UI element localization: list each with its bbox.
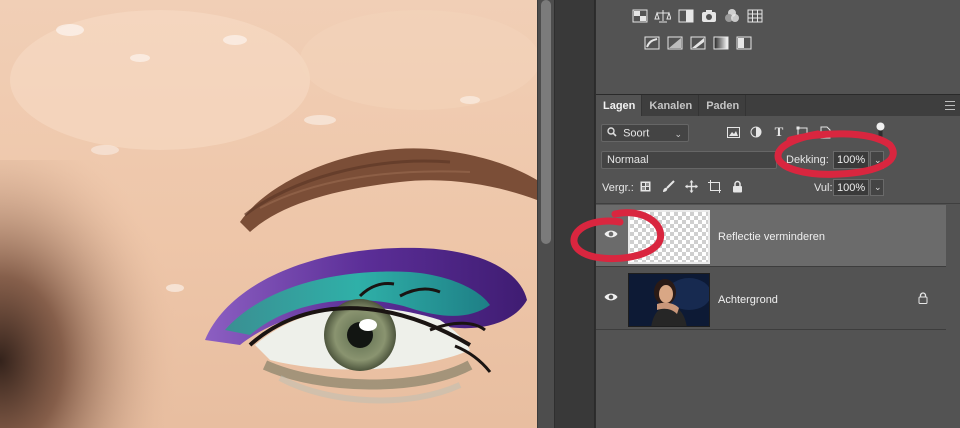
lock-label: Vergr.: xyxy=(602,182,634,194)
lock-pixels-icon[interactable] xyxy=(662,179,675,194)
fill-label: Vul: xyxy=(814,182,833,194)
layer-thumbnail-transparent xyxy=(628,210,710,264)
levels-icon[interactable] xyxy=(654,8,671,23)
tab-channels[interactable]: Kanalen xyxy=(642,95,700,116)
curves-icon[interactable] xyxy=(677,8,694,23)
chevron-down-icon: ⌄ xyxy=(674,129,682,139)
panel-dock-gap xyxy=(554,0,594,428)
layer-row-achtergrond[interactable]: Achtergrond xyxy=(596,268,946,330)
adjustment-filter-icon[interactable] xyxy=(749,124,763,140)
layer-name: Reflectie verminderen xyxy=(718,231,825,243)
layer-name: Achtergrond xyxy=(718,294,778,306)
selective-color-icon[interactable] xyxy=(735,35,752,50)
search-icon xyxy=(607,127,617,140)
layer-row-reflectie[interactable]: Reflectie verminderen xyxy=(596,205,946,267)
tab-layers[interactable]: Lagen xyxy=(596,95,643,116)
image-filter-icon[interactable] xyxy=(726,124,740,140)
layer-filter-dropdown[interactable]: Soort ⌄ xyxy=(601,124,689,142)
vibrance-icon[interactable] xyxy=(723,8,740,23)
tab-paths[interactable]: Paden xyxy=(699,95,747,116)
filter-toggle-switch[interactable] xyxy=(876,122,885,139)
eye-visibility-icon[interactable] xyxy=(604,292,618,302)
lock-icon[interactable] xyxy=(918,292,928,304)
filter-kind-label: Soort xyxy=(623,127,650,140)
opacity-chevron-down-icon[interactable]: ⌄ xyxy=(870,151,884,169)
gradient-map-icon[interactable] xyxy=(712,35,729,50)
canvas-scrollbar[interactable] xyxy=(537,0,554,428)
eye-makeup-photo xyxy=(0,10,537,428)
fill-input[interactable]: 100% xyxy=(833,179,869,196)
brightness-contrast-icon[interactable] xyxy=(631,8,648,23)
blend-mode-value: Normaal xyxy=(607,154,649,166)
layer-thumbnail-portrait xyxy=(628,273,710,327)
lock-position-icon[interactable] xyxy=(685,179,698,194)
opacity-label: Dekking: xyxy=(786,154,829,166)
fill-chevron-down-icon[interactable]: ⌄ xyxy=(870,179,884,196)
exposure-icon[interactable] xyxy=(700,8,717,23)
hue-saturation-icon[interactable] xyxy=(746,8,763,23)
lock-transparency-icon[interactable] xyxy=(639,179,652,194)
panel-menu-icon[interactable] xyxy=(945,101,955,110)
posterize-icon[interactable] xyxy=(666,35,683,50)
canvas-scroll-thumb[interactable] xyxy=(541,0,551,244)
threshold-icon[interactable] xyxy=(689,35,706,50)
document-canvas[interactable] xyxy=(0,0,537,428)
layer-list: Reflectie verminderen Achtergrond xyxy=(596,203,960,428)
adjustments-panel xyxy=(595,0,960,94)
type-filter-icon[interactable]: T xyxy=(772,124,786,140)
lock-artboard-icon[interactable] xyxy=(708,179,721,194)
invert-icon[interactable] xyxy=(643,35,660,50)
blend-mode-dropdown[interactable]: Normaal xyxy=(601,151,777,169)
lock-all-icon[interactable] xyxy=(731,179,744,194)
panel-tab-bar: Lagen Kanalen Paden xyxy=(596,94,960,116)
smart-object-filter-icon[interactable] xyxy=(818,124,832,140)
shape-filter-icon[interactable] xyxy=(795,124,809,140)
opacity-input[interactable]: 100% xyxy=(833,151,869,169)
eye-visibility-icon[interactable] xyxy=(604,229,618,239)
layers-panel: Lagen Kanalen Paden Soort ⌄ T Normaal De… xyxy=(595,94,960,428)
